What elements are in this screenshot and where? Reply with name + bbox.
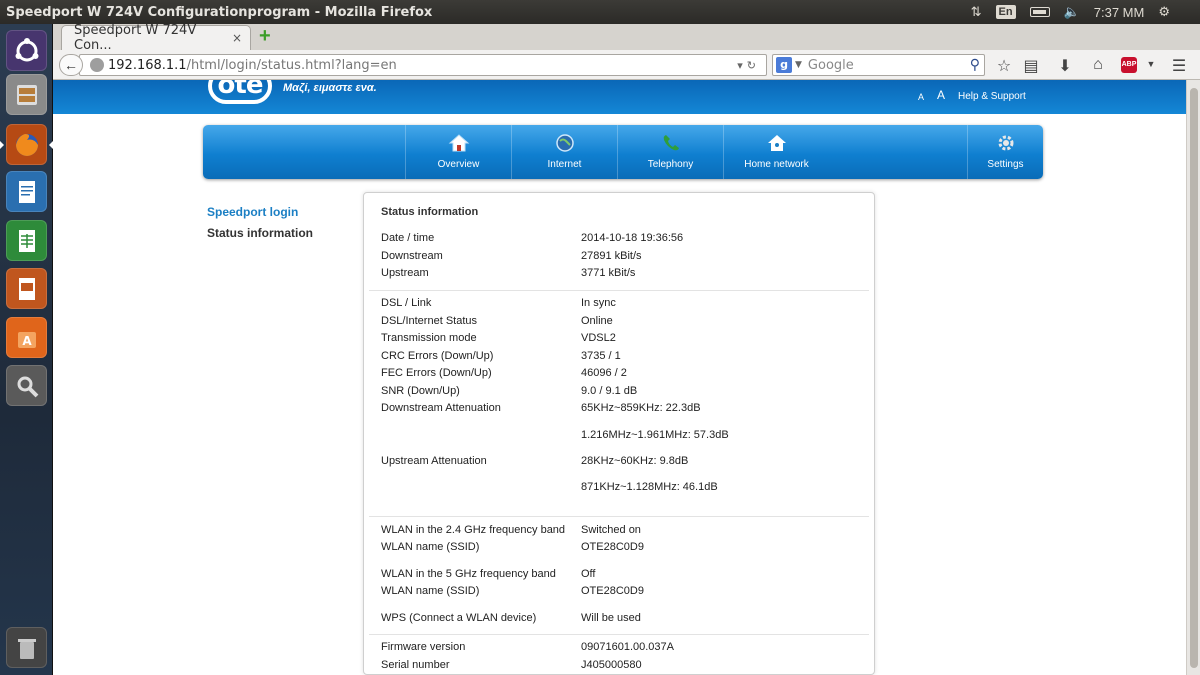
phone-handset-icon [663, 135, 679, 151]
search-engine-icon[interactable]: g [776, 57, 792, 73]
nav-settings[interactable]: Settings [967, 125, 1043, 179]
globe-icon [555, 134, 574, 152]
search-input[interactable]: Google [808, 58, 854, 73]
chevron-down-icon[interactable]: ▼ [795, 60, 802, 70]
download-icon[interactable]: ⬇ [1055, 56, 1075, 76]
nav-label: Internet [547, 159, 582, 170]
font-size-large-button[interactable]: A [937, 88, 945, 102]
top-panel: Speedport W 724V Configurationprogram - … [0, 0, 1200, 24]
vertical-scrollbar[interactable] [1186, 80, 1200, 675]
divider [369, 634, 869, 635]
site-identity-icon[interactable] [90, 58, 104, 72]
help-support-link[interactable]: Help & Support [958, 91, 1026, 102]
close-tab-icon[interactable]: × [232, 31, 242, 45]
svg-text:A: A [22, 334, 32, 348]
search-icon[interactable]: ⚲ [970, 57, 980, 73]
launcher: A [0, 24, 53, 675]
bookmark-star-icon[interactable]: ☆ [994, 56, 1014, 76]
search-bar[interactable]: g ▼ Google ⚲ [772, 54, 985, 76]
bookmarks-list-icon[interactable]: ▤ [1021, 56, 1041, 76]
firefox-window: Speedport W 724V Con... × + 192.168.1.1 … [53, 23, 1200, 675]
ubuntu-logo-icon[interactable] [6, 30, 47, 71]
clock[interactable]: 7:37 MM [1094, 5, 1145, 20]
sidebar-item-status-information[interactable]: Status information [207, 226, 313, 240]
url-dropdown-reload-icons[interactable]: ▾↻ [737, 59, 760, 72]
site-header: ote Μαζί, ειμαστε ενα. A A Help & Suppor… [53, 80, 1186, 114]
divider [369, 290, 869, 291]
back-arrow-icon: ← [64, 57, 78, 73]
nav-label: Telephony [647, 159, 694, 170]
gear-icon [998, 135, 1013, 151]
nav-internet[interactable]: Internet [511, 125, 617, 179]
tab-bar: Speedport W 724V Con... × + [53, 23, 1200, 53]
url-path: /html/login/status.html?lang=en [186, 57, 397, 73]
power-gear-icon[interactable]: ⚙ [1158, 4, 1170, 20]
slogan: Μαζί, ειμαστε ενα. [283, 82, 377, 94]
adblock-icon[interactable]: ABP [1121, 57, 1137, 73]
nav-label: Home network [744, 159, 809, 170]
running-indicator [0, 141, 4, 149]
panel-title: Status information [381, 206, 479, 218]
tab-speedport[interactable]: Speedport W 724V Con... × [61, 23, 251, 53]
tab-title: Speedport W 724V Con... [74, 23, 197, 53]
adblock-dropdown-icon[interactable]: ▼ [1141, 59, 1161, 69]
volume-icon[interactable]: 🔈 [1064, 4, 1080, 20]
window-title: Speedport W 724V Configurationprogram - … [6, 4, 433, 20]
status-panel: Status information Date / time 2014-10-18… [363, 192, 875, 675]
divider [369, 516, 869, 517]
nav-telephony[interactable]: Telephony [617, 125, 723, 179]
nav-toolbar: 192.168.1.1 /html/login/status.html?lang… [53, 50, 1200, 80]
nav-label: Overview [437, 159, 480, 170]
house-icon [448, 134, 469, 152]
url-host: 192.168.1.1 [108, 57, 187, 73]
nav-label: Settings [987, 159, 1024, 170]
keyboard-layout-indicator[interactable]: En [995, 5, 1016, 19]
calc-spreadsheet-icon[interactable] [6, 220, 47, 261]
menu-icon[interactable]: ☰ [1169, 56, 1189, 76]
trash-icon[interactable] [6, 627, 47, 668]
scrollbar-thumb[interactable] [1190, 88, 1198, 668]
file-cabinet-icon[interactable] [6, 74, 47, 115]
main-nav: Overview Internet Telephony Home network… [203, 125, 1043, 179]
home-network-icon [767, 135, 786, 151]
ote-logo[interactable]: ote [208, 80, 272, 104]
software-center-bag-icon[interactable]: A [6, 317, 47, 358]
battery-icon[interactable] [1029, 7, 1050, 17]
indicator-area: ⇅ En 🔈 7:37 MM ⚙ [971, 4, 1200, 20]
impress-presentation-icon[interactable] [6, 268, 47, 309]
settings-wrench-icon[interactable] [6, 365, 47, 406]
nav-overview[interactable]: Overview [405, 125, 511, 179]
page-viewport: ote Μαζί, ειμαστε ενα. A A Help & Suppor… [53, 80, 1186, 675]
font-size-small-button[interactable]: A [918, 92, 924, 102]
back-button[interactable]: ← [59, 54, 83, 76]
sidebar-item-speedport-login[interactable]: Speedport login [207, 205, 298, 219]
new-tab-plus-icon[interactable]: + [259, 26, 275, 46]
network-transfer-icon[interactable]: ⇅ [971, 4, 982, 20]
writer-document-icon[interactable] [6, 171, 47, 212]
url-bar[interactable]: 192.168.1.1 /html/login/status.html?lang… [79, 54, 767, 76]
firefox-icon[interactable] [6, 124, 47, 165]
home-icon[interactable]: ⌂ [1088, 56, 1108, 74]
nav-home-network[interactable]: Home network [723, 125, 829, 179]
